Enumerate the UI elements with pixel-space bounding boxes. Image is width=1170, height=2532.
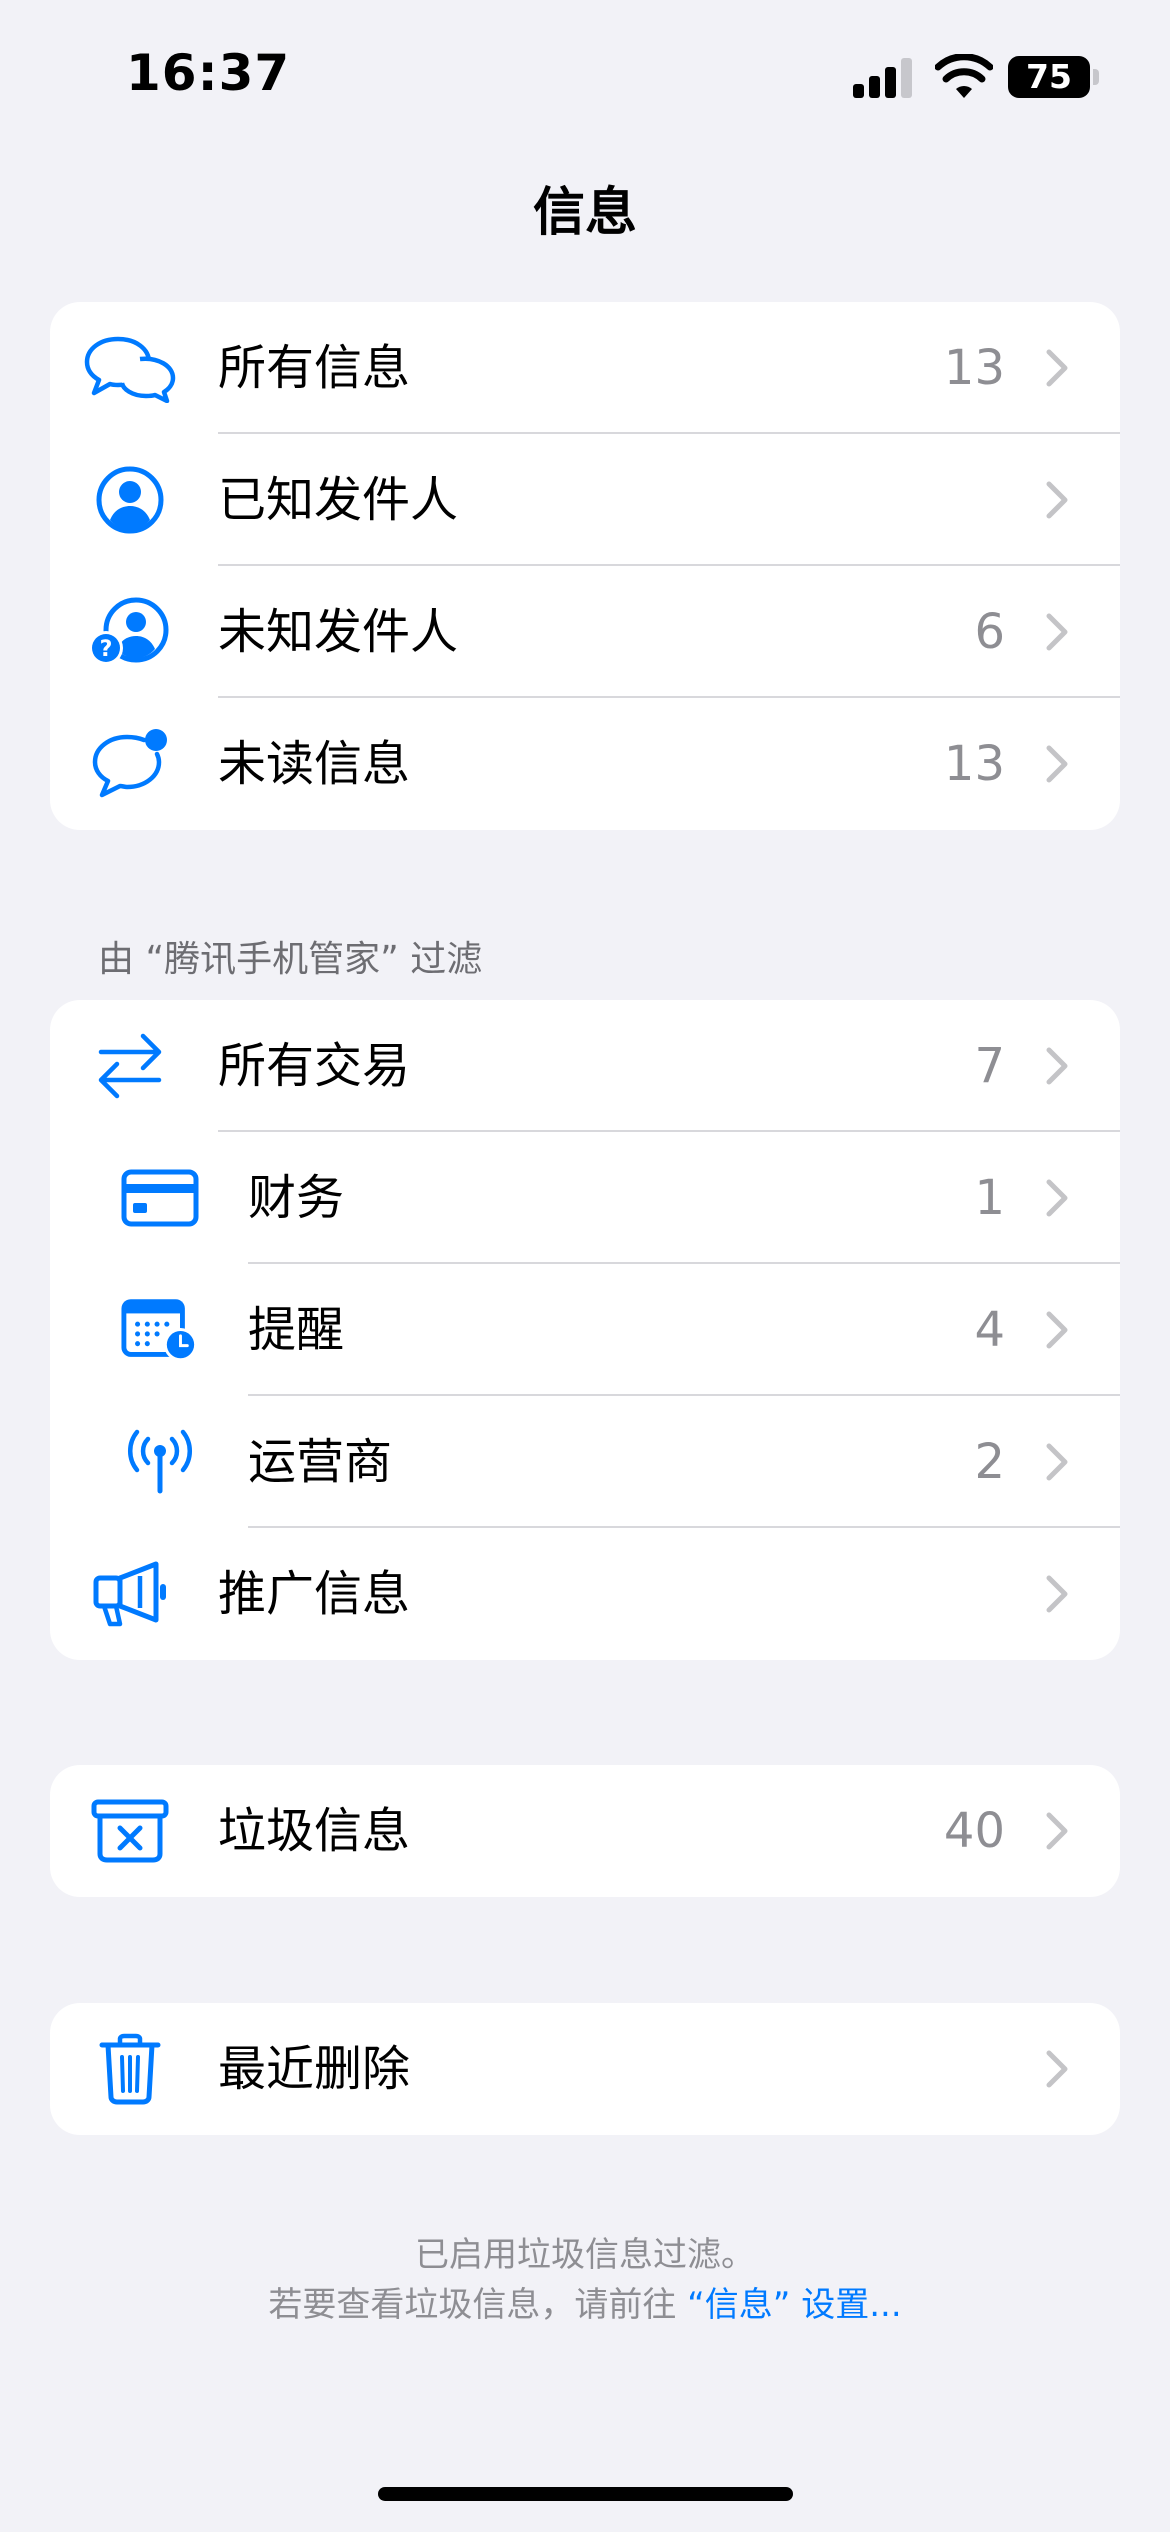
- row-label: 垃圾信息: [218, 1803, 411, 1859]
- message-bubbles-icon: [80, 302, 180, 434]
- row-label: 财务: [248, 1170, 345, 1226]
- row-unknown-senders[interactable]: ? 未知发件人 6: [50, 566, 1120, 698]
- row-label: 推广信息: [218, 1566, 411, 1622]
- chevron-right-icon: [1046, 745, 1068, 783]
- chevron-right-icon: [1046, 613, 1068, 651]
- row-unread-messages[interactable]: 未读信息 13: [50, 698, 1120, 830]
- battery-cap: [1093, 69, 1099, 85]
- row-all-transactions[interactable]: 所有交易 7: [50, 1000, 1120, 1132]
- footer-line-1: 已启用垃圾信息过滤。: [415, 2235, 755, 2275]
- person-question-icon: ?: [80, 566, 180, 698]
- chevron-right-icon: [1046, 2050, 1068, 2088]
- row-junk[interactable]: 垃圾信息 40: [50, 1765, 1120, 1897]
- svg-text:?: ?: [100, 637, 113, 662]
- calendar-clock-icon: [120, 1264, 200, 1396]
- chevron-right-icon: [1046, 349, 1068, 387]
- row-label: 未读信息: [218, 736, 411, 792]
- junk-card: 垃圾信息 40: [50, 1765, 1120, 1897]
- chevron-right-icon: [1046, 1311, 1068, 1349]
- antenna-icon: [120, 1396, 200, 1528]
- chevron-right-icon: [1046, 1812, 1068, 1850]
- recently-deleted-card: 最近删除: [50, 2003, 1120, 2135]
- row-known-senders[interactable]: 已知发件人: [50, 434, 1120, 566]
- message-unread-icon: [80, 698, 180, 830]
- status-time: 16:37: [126, 44, 291, 102]
- row-recently-deleted[interactable]: 最近删除: [50, 2003, 1120, 2135]
- battery-icon: 75: [1008, 56, 1090, 98]
- row-count: 13: [943, 340, 1005, 396]
- status-bar: 16:37 75: [0, 0, 1170, 150]
- row-carrier[interactable]: 运营商 2: [50, 1396, 1120, 1528]
- row-label: 所有信息: [218, 340, 411, 396]
- row-count: 13: [943, 736, 1005, 792]
- row-count: 1: [974, 1170, 1005, 1226]
- row-count: 2: [974, 1434, 1005, 1490]
- row-label: 提醒: [248, 1302, 345, 1358]
- chevron-right-icon: [1046, 1443, 1068, 1481]
- cellular-signal-icon: [853, 58, 917, 98]
- row-all-messages[interactable]: 所有信息 13: [50, 302, 1120, 434]
- footer-line-2: 若要查看垃圾信息，请前往 “信息” 设置...: [0, 2280, 1170, 2330]
- filter-section-header: 由 “腾讯手机管家” 过滤: [98, 939, 483, 980]
- arrows-swap-icon: [80, 1000, 180, 1132]
- messages-settings-link[interactable]: “信息” 设置...: [687, 2285, 901, 2325]
- chevron-right-icon: [1046, 1179, 1068, 1217]
- row-label: 未知发件人: [218, 604, 459, 660]
- chevron-right-icon: [1046, 1575, 1068, 1613]
- row-finance[interactable]: 财务 1: [50, 1132, 1120, 1264]
- trash-icon: [80, 2003, 180, 2135]
- row-label: 最近删除: [218, 2041, 411, 2097]
- row-count: 40: [943, 1803, 1005, 1859]
- wifi-icon: [935, 54, 993, 98]
- row-label: 所有交易: [218, 1038, 411, 1094]
- row-count: 4: [974, 1302, 1005, 1358]
- credit-card-icon: [120, 1132, 200, 1264]
- filter-categories-card: 所有交易 7 财务 1 提醒 4 运营商 2 推广信息: [50, 1000, 1120, 1660]
- person-circle-icon: [80, 434, 180, 566]
- page-title: 信息: [532, 183, 637, 243]
- megaphone-icon: [80, 1528, 180, 1660]
- row-reminders[interactable]: 提醒 4: [50, 1264, 1120, 1396]
- junk-box-icon: [80, 1765, 180, 1897]
- row-count: 6: [974, 604, 1005, 660]
- footer-prefix: 若要查看垃圾信息，请前往: [268, 2285, 688, 2325]
- row-count: 7: [974, 1038, 1005, 1094]
- inbox-filters-card: 所有信息 13 已知发件人 ? 未知发件人 6 未读信息 13: [50, 302, 1120, 830]
- home-indicator[interactable]: [378, 2487, 793, 2501]
- chevron-right-icon: [1046, 481, 1068, 519]
- row-label: 已知发件人: [218, 472, 459, 528]
- row-promotions[interactable]: 推广信息: [50, 1528, 1120, 1660]
- row-label: 运营商: [248, 1434, 393, 1490]
- chevron-right-icon: [1046, 1047, 1068, 1085]
